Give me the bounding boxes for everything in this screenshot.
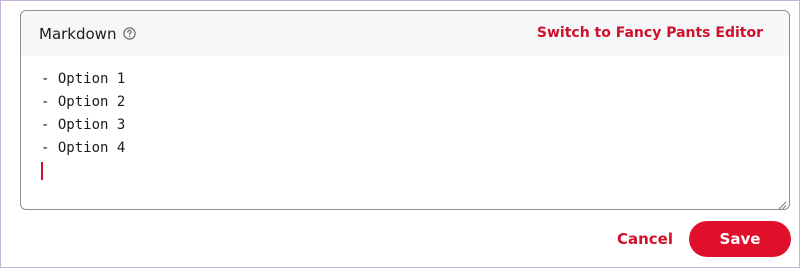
text-line: - Option 4 xyxy=(41,140,126,156)
switch-editor-link[interactable]: Switch to Fancy Pants Editor xyxy=(537,25,763,41)
resize-handle-icon[interactable] xyxy=(777,197,787,209)
editor-header: Markdown Switch to Fancy Pants Editor xyxy=(21,11,789,56)
text-caret xyxy=(41,162,43,180)
editor-mode-label: Markdown xyxy=(39,25,117,43)
text-line: - Option 2 xyxy=(41,94,126,110)
markdown-editor: Markdown Switch to Fancy Pants Editor - … xyxy=(20,10,790,210)
caret-line xyxy=(41,160,789,183)
markdown-textarea[interactable]: - Option 1 - Option 2 - Option 3 - Optio… xyxy=(21,56,789,209)
question-circle-icon[interactable] xyxy=(123,27,136,40)
save-button[interactable]: Save xyxy=(689,221,791,257)
text-line: - Option 3 xyxy=(41,117,126,133)
cancel-button[interactable]: Cancel xyxy=(608,221,682,257)
text-line: - Option 1 xyxy=(41,71,126,87)
